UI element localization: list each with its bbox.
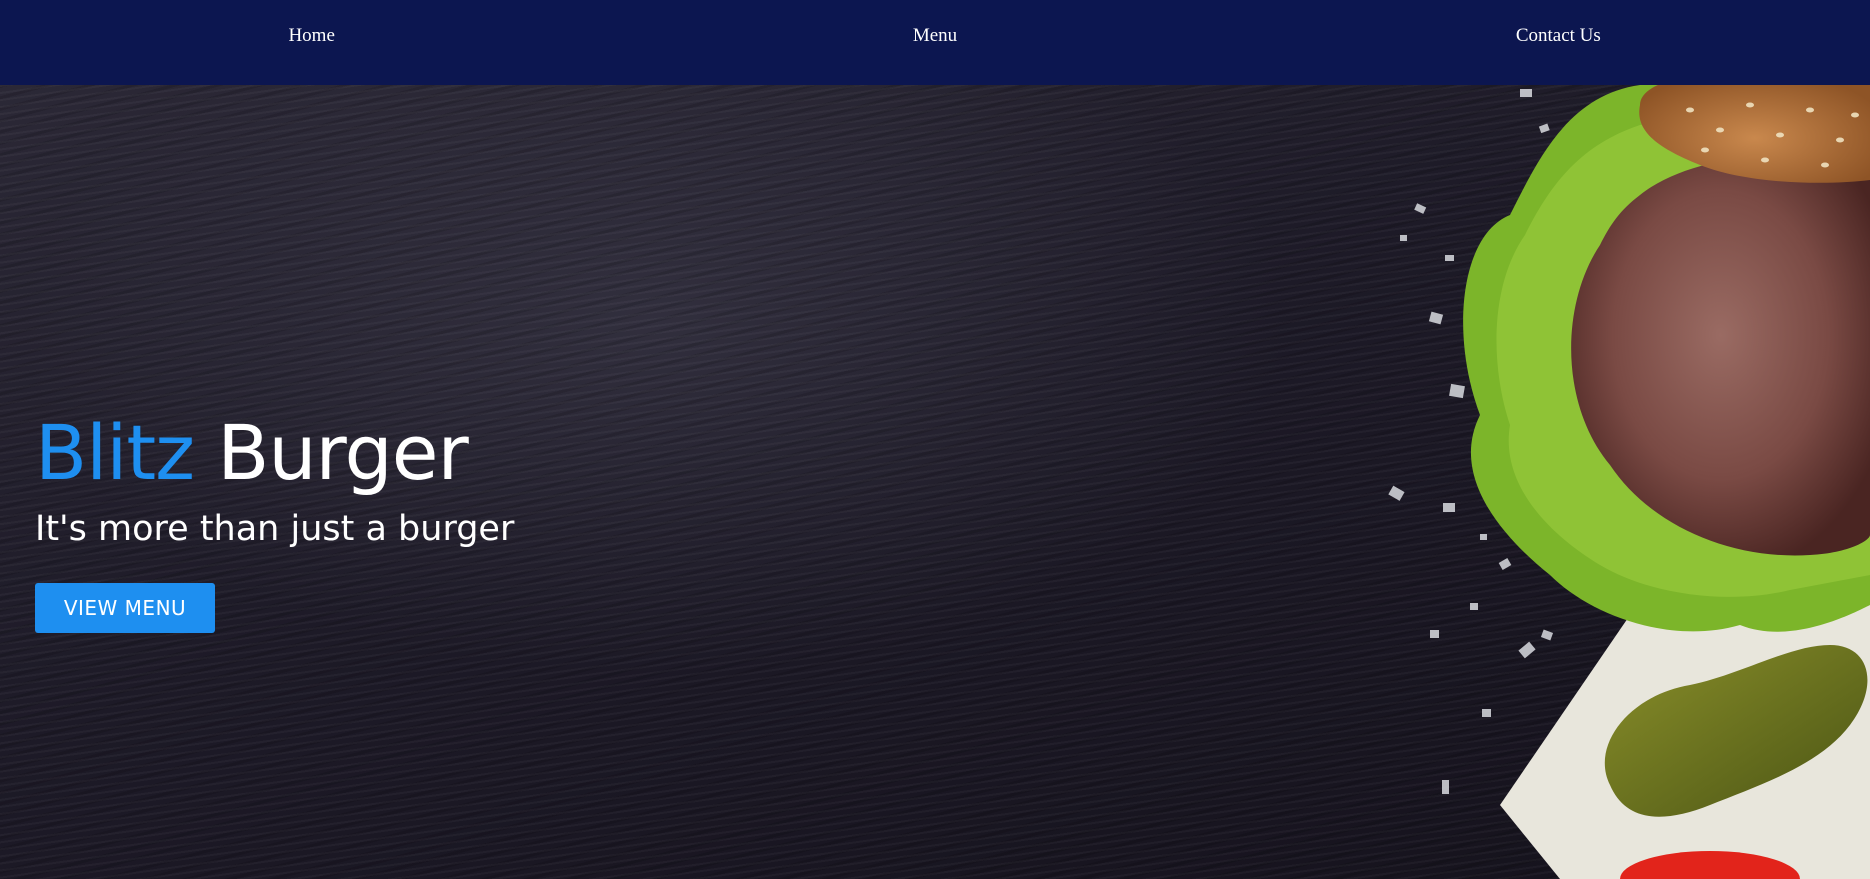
top-navigation: Home Menu Contact Us [0,0,1870,85]
hero-section: Blitz Burger It's more than just a burge… [0,85,1870,879]
hero-title-rest: Burger [217,408,468,497]
nav-link-contact-us[interactable]: Contact Us [1247,25,1870,61]
hero-title-accent: Blitz [35,408,195,497]
hero-tagline: It's more than just a burger [35,509,515,549]
burger-image [1388,85,1870,879]
hero-content: Blitz Burger It's more than just a burge… [35,410,514,633]
view-menu-button[interactable]: VIEW MENU [35,583,215,633]
nav-link-home[interactable]: Home [0,25,623,61]
nav-link-menu[interactable]: Menu [623,25,1246,61]
hero-title: Blitz Burger [35,410,514,496]
